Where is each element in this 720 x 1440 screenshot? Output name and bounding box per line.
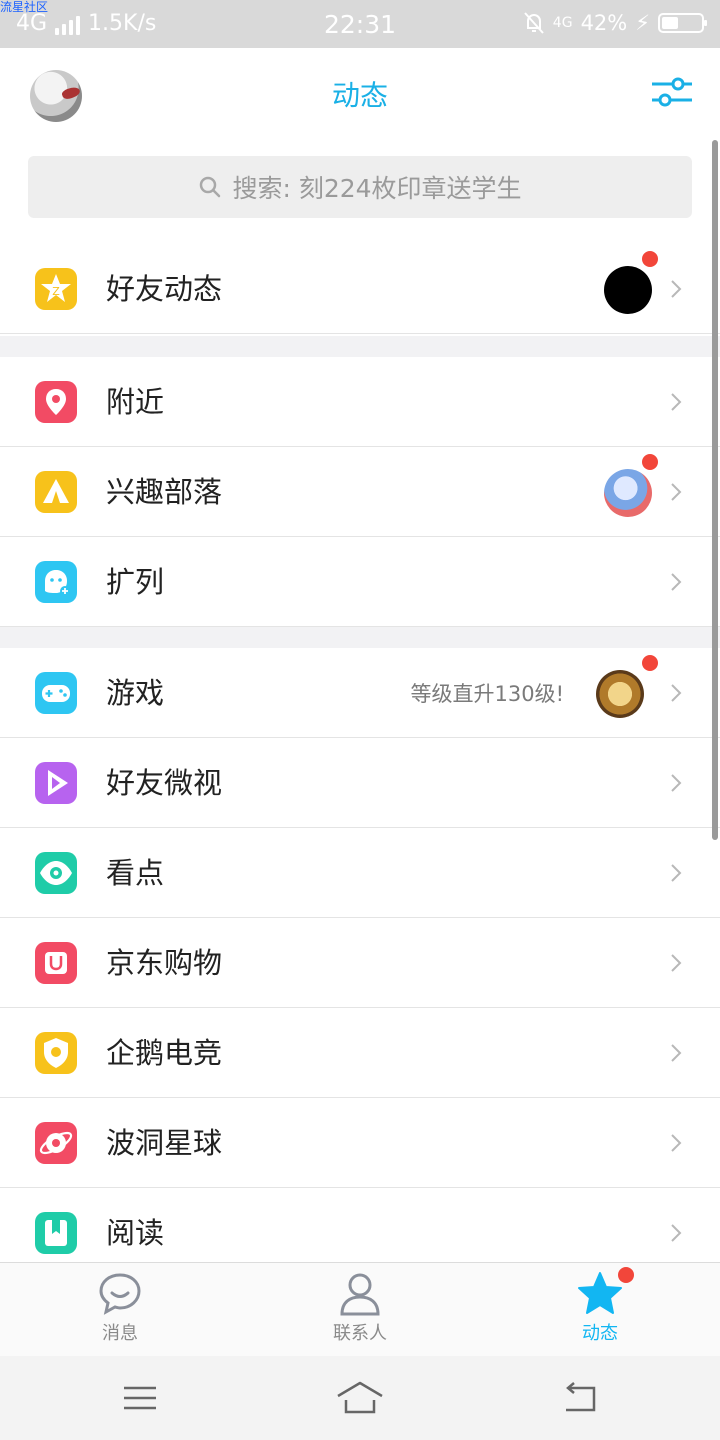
chevron-right-icon (671, 393, 682, 411)
book-icon (35, 1212, 77, 1254)
chevron-right-icon (671, 483, 682, 501)
list-item[interactable]: 好友微视 (0, 738, 720, 828)
tab-feed[interactable]: 动态 (540, 1267, 660, 1351)
list-item[interactable]: 兴趣部落 (0, 447, 720, 537)
search-icon (200, 176, 221, 198)
battery-icon (658, 13, 707, 33)
chevron-right-icon (671, 280, 682, 298)
tab-messages[interactable]: 消息 (60, 1271, 180, 1351)
star-icon (578, 1272, 622, 1314)
chevron-right-icon (671, 1134, 682, 1152)
planet-icon (35, 1122, 77, 1164)
list-item-thumbnail (604, 266, 652, 314)
list-item[interactable]: 附近 (0, 357, 720, 447)
tab-contacts[interactable]: 联系人 (300, 1271, 420, 1351)
chat-bubble-icon (99, 1273, 141, 1315)
search-placeholder: 搜索: 刻224枚印章送学生 (232, 174, 522, 203)
list-item[interactable]: 京东购物 (0, 918, 720, 1008)
menu-icon[interactable] (120, 1378, 160, 1418)
list-item-note: 等级直升130级! (410, 682, 564, 706)
list-item-label: 企鹅电竞 (106, 1036, 223, 1070)
list-item-label: 京东购物 (106, 946, 223, 980)
list-item-label: 游戏 (106, 676, 165, 710)
system-nav-bar (0, 1356, 720, 1440)
list-item-thumbnail (596, 670, 644, 718)
notification-badge (642, 251, 658, 267)
notification-badge (642, 655, 658, 671)
esports-shield-icon (35, 1032, 77, 1074)
list-item-label: 扩列 (106, 565, 165, 599)
page-title: 动态 (331, 79, 388, 112)
back-icon[interactable] (560, 1378, 600, 1418)
settings-sliders-icon[interactable] (650, 72, 694, 112)
status-bar: 流星社区 4G 1.5K/s 22:31 4G 42% ⚡ (0, 0, 720, 48)
video-play-icon (35, 762, 77, 804)
tab-contacts-label: 联系人 (333, 1323, 387, 1344)
expand-friends-icon (35, 561, 77, 603)
chevron-right-icon (671, 1044, 682, 1062)
chevron-right-icon (671, 954, 682, 972)
home-icon[interactable] (336, 1378, 384, 1418)
list-item-thumbnail (604, 469, 652, 517)
charging-icon: ⚡ (635, 11, 650, 35)
tab-messages-label: 消息 (102, 1323, 138, 1344)
bottom-tab-bar: 消息 联系人 动态 (0, 1262, 720, 1357)
list-item-label: 看点 (106, 856, 165, 890)
list-item-label: 波洞星球 (106, 1126, 223, 1160)
shopping-bag-icon (35, 942, 77, 984)
eye-icon (35, 852, 77, 894)
chevron-right-icon (671, 1224, 682, 1242)
chevron-right-icon (671, 774, 682, 792)
divider (0, 626, 720, 627)
tab-feed-label: 动态 (582, 1323, 618, 1344)
list-item[interactable]: 扩列 (0, 537, 720, 627)
friends-feed-icon: Z (35, 268, 77, 310)
divider (0, 333, 720, 334)
chevron-right-icon (671, 684, 682, 702)
section-gap (0, 627, 720, 648)
tab-feed-badge (618, 1267, 634, 1283)
scrollbar[interactable] (712, 140, 718, 840)
list-item-label: 附近 (106, 385, 165, 419)
list-item[interactable]: 游戏 等级直升130级! (0, 648, 720, 738)
list-item-label: 好友动态 (106, 272, 223, 306)
mute-notification-icon (524, 12, 544, 34)
list-item-label: 阅读 (106, 1216, 165, 1250)
list-item[interactable]: 看点 (0, 828, 720, 918)
section-gap (0, 336, 720, 357)
list-item[interactable]: 企鹅电竞 (0, 1008, 720, 1098)
gamepad-icon (35, 672, 77, 714)
list-item[interactable]: 波洞星球 (0, 1098, 720, 1188)
location-pin-icon (35, 381, 77, 423)
notification-badge (642, 454, 658, 470)
list-item-label: 兴趣部落 (106, 475, 223, 509)
search-input[interactable]: 搜索: 刻224枚印章送学生 (28, 156, 692, 218)
battery-percent: 42% (580, 11, 628, 35)
app-header: 动态 (0, 48, 720, 140)
svg-text:Z: Z (52, 285, 60, 298)
chevron-right-icon (671, 573, 682, 591)
list-item-label: 好友微视 (106, 766, 223, 800)
tribe-tent-icon (35, 471, 77, 513)
network-type-2: 4G (552, 15, 573, 31)
chevron-right-icon (671, 864, 682, 882)
list-item[interactable]: Z 好友动态 (0, 244, 720, 334)
person-icon (340, 1273, 380, 1316)
